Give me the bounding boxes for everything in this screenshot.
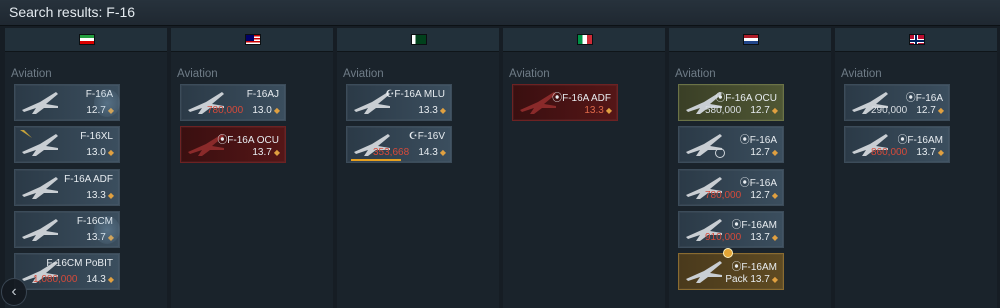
vehicle-card[interactable]: F-16CM 13.7◆ (14, 211, 120, 248)
vehicle-card[interactable]: F-16XL 13.0 ◆ (14, 126, 120, 163)
vehicle-name: ☪F-16A MLU (385, 89, 445, 100)
vehicle-name: ⦿F-16A (739, 178, 777, 189)
vehicle-price: 353,668 (373, 147, 410, 158)
vehicle-card[interactable]: ⦿F-16A 12.7 ◆ (678, 126, 784, 163)
currency-icon (715, 148, 725, 158)
country-header[interactable] (503, 28, 665, 52)
iran-flag-icon (79, 34, 95, 45)
section-label: Aviation (11, 68, 52, 80)
section-label: Aviation (841, 68, 882, 80)
vehicle-name: ⦿F-16AM (731, 262, 777, 273)
vehicle-name: F-16AJ (246, 89, 279, 100)
battle-rating: 13.7◆ (916, 147, 944, 158)
vehicle-name: ⦿F-16AM (731, 220, 777, 231)
vehicle-price: 860,000 (871, 147, 908, 158)
vehicle-name: F-16A ADF (64, 174, 113, 185)
country-header[interactable] (171, 28, 333, 52)
country-header[interactable] (337, 28, 499, 52)
country-header[interactable] (5, 28, 167, 52)
battle-rating: 12.7◆ (750, 147, 778, 158)
battle-rating: 13.0 ◆ (86, 147, 114, 158)
country-column-pakistan: Aviation ☪F-16A MLU 13.3 ◆ ☪F-16V 353,668… (337, 28, 499, 308)
vehicle-card[interactable]: ⦿F-16A 780,000 12.7 ◆ (678, 169, 784, 206)
vehicle-card[interactable]: F-16CM PoBIT 1,080,000 14.3 ◆ (14, 253, 120, 290)
vehicle-price: 780,000 (705, 190, 742, 201)
vehicle-name: ⦿F-16A OCU (217, 135, 279, 146)
battle-rating: 13.0 ◆ (252, 105, 280, 116)
battle-rating: 13.3 ◆ (86, 190, 114, 201)
vehicle-card[interactable]: ⦿F-16A OCU 580,000 12.7 ◆ (678, 84, 784, 121)
vehicle-name: ☪F-16V (408, 131, 445, 142)
vehicle-name: ⦿F-16A (739, 135, 777, 146)
battle-rating: 14.3 ◆ (418, 147, 446, 158)
battle-rating: 12.7◆ (916, 105, 944, 116)
vehicle-card[interactable]: ☪F-16V 353,668 14.3 ◆ (346, 126, 452, 163)
battle-rating: 13.7◆ (750, 232, 778, 243)
country-column-norway: Aviation ⦿F-16A 290,000 12.7 ◆ ⦿F-16AM 86… (835, 28, 997, 308)
section-label: Aviation (675, 68, 716, 80)
vehicle-card[interactable]: F-16A 12.7◆ (14, 84, 120, 121)
vehicle-price: 910,000 (705, 232, 742, 243)
vehicle-name: ⦿F-16A ADF (552, 93, 611, 104)
title-bar: Search results: F-16 (0, 0, 1000, 26)
card-highlight (94, 216, 120, 244)
battle-rating: Pack 13.7 ◆ (725, 274, 778, 285)
netherlands-flag-icon (743, 34, 759, 45)
vehicle-card[interactable]: ⦿F-16AM Pack 13.7 ◆ (678, 248, 784, 290)
battle-rating: 13.3 ◆ (584, 105, 612, 116)
italy-flag-icon (577, 34, 593, 45)
research-progress-bar (351, 159, 401, 161)
pakistan-flag-icon (411, 34, 427, 45)
vehicle-card[interactable]: F-16AJ 780,000 13.0 ◆ (180, 84, 286, 121)
section-label: Aviation (177, 68, 218, 80)
battle-rating: 14.3 ◆ (86, 274, 114, 285)
country-column-iran: Aviation F-16A 12.7◆ F-16XL 13.0◆ F-16A … (5, 28, 167, 308)
vehicle-name: ⦿F-16AM (897, 135, 943, 146)
jet-icon (22, 92, 58, 114)
vehicle-card[interactable]: ⦿F-16A 290,000 12.7 ◆ (844, 84, 950, 121)
chevron-left-icon[interactable]: ‹ (1, 278, 27, 306)
vehicle-price: 290,000 (871, 105, 908, 116)
vehicle-name: F-16CM PoBIT (46, 258, 113, 269)
country-column-italy: Aviation ⦿F-16A ADF 13.3 ◆ (503, 28, 665, 308)
jet-icon (22, 177, 58, 199)
jet-icon (22, 219, 58, 241)
vehicle-name: ⦿F-16A (905, 93, 943, 104)
page-title: Search results: F-16 (9, 4, 136, 20)
country-column-malaysia: Aviation F-16AJ 780,000 13.0 ◆ ⦿F-16A OCU… (171, 28, 333, 308)
vehicle-card[interactable]: ☪F-16A MLU 13.3 ◆ (346, 84, 452, 121)
vehicle-price: 780,000 (207, 105, 244, 116)
vehicle-price: 1,080,000 (33, 274, 78, 285)
jet-icon (686, 261, 722, 283)
results-columns: Aviation F-16A 12.7◆ F-16XL 13.0◆ F-16A … (1, 28, 997, 308)
vehicle-name: F-16XL (80, 131, 113, 142)
vehicle-card[interactable]: ⦿F-16AM 860,000 13.7 ◆ (844, 126, 950, 163)
vehicle-card[interactable]: ⦿F-16A ADF 13.3 ◆ (512, 84, 618, 121)
section-label: Aviation (343, 68, 384, 80)
malaysia-flag-icon (245, 34, 261, 45)
country-header[interactable] (835, 28, 997, 52)
country-column-netherlands: Aviation ⦿F-16A OCU 580,000 12.7 ◆ ⦿F-16A… (669, 28, 831, 308)
jet-icon (20, 130, 58, 156)
vehicle-card[interactable]: ⦿F-16AM 910,000 13.7 ◆ (678, 211, 784, 248)
country-header[interactable] (669, 28, 831, 52)
vehicle-name: ⦿F-16A OCU (715, 93, 777, 104)
vehicle-card[interactable]: F-16A ADF 13.3 ◆ (14, 169, 120, 206)
vehicle-price: 580,000 (705, 105, 742, 116)
battle-rating: 13.7◆ (252, 147, 280, 158)
card-highlight (94, 89, 120, 117)
norway-flag-icon (909, 34, 925, 45)
vehicle-card[interactable]: ⦿F-16A OCU 13.7 ◆ (180, 126, 286, 163)
battle-rating: 13.3 ◆ (418, 105, 446, 116)
section-label: Aviation (509, 68, 550, 80)
battle-rating: 12.7◆ (750, 105, 778, 116)
battle-rating: 12.7◆ (750, 190, 778, 201)
